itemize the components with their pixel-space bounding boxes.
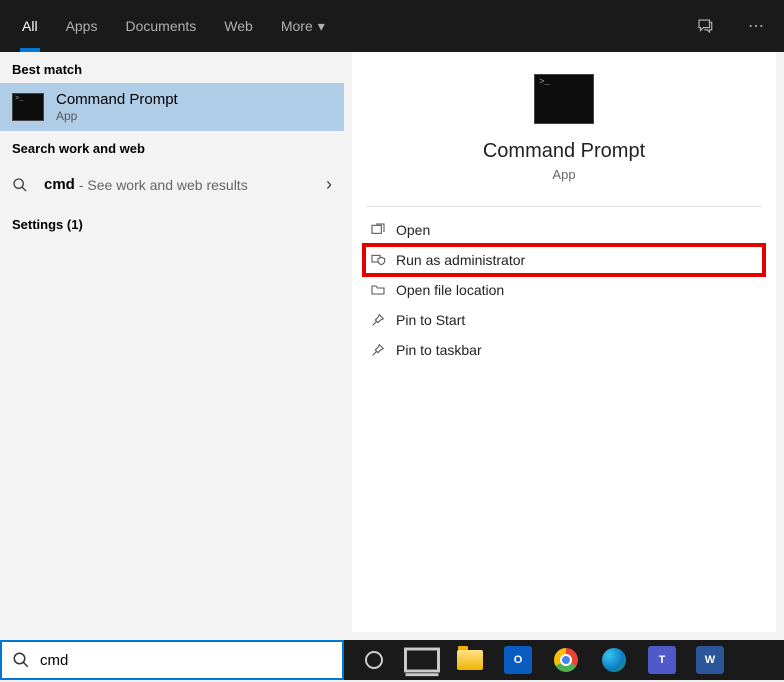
taskbar: O T W <box>344 640 784 680</box>
action-label: Pin to Start <box>396 312 465 328</box>
teams-button[interactable]: T <box>640 640 684 680</box>
tab-more[interactable]: More ▾ <box>267 0 339 52</box>
word-button[interactable]: W <box>688 640 732 680</box>
divider <box>366 206 762 207</box>
search-icon <box>12 651 30 669</box>
web-search-result[interactable]: cmd - See work and web results › <box>0 162 344 207</box>
chrome-icon <box>554 648 578 672</box>
search-input[interactable] <box>40 652 332 669</box>
command-prompt-icon <box>534 74 594 124</box>
best-match-header: Best match <box>0 52 344 83</box>
tab-label: Documents <box>125 18 196 34</box>
result-title: Command Prompt <box>56 91 178 108</box>
start-search-bar[interactable] <box>0 640 344 680</box>
result-subtitle: App <box>56 109 178 123</box>
task-view-icon <box>400 638 444 682</box>
search-icon <box>12 177 28 193</box>
action-label: Open file location <box>396 282 504 298</box>
action-open-file-location[interactable]: Open file location <box>364 275 764 305</box>
edge-button[interactable] <box>592 640 636 680</box>
teams-icon: T <box>648 646 676 674</box>
preview-pane: Command Prompt App Open Run as administr… <box>344 52 784 640</box>
web-search-term: cmd <box>44 176 75 193</box>
action-run-as-administrator[interactable]: Run as administrator <box>364 245 764 275</box>
web-search-hint: - See work and web results <box>79 177 248 193</box>
tab-web[interactable]: Web <box>210 0 267 52</box>
feedback-icon[interactable] <box>696 17 736 35</box>
chrome-button[interactable] <box>544 640 588 680</box>
settings-header: Settings (1) <box>0 207 344 238</box>
tab-label: All <box>22 18 38 34</box>
actions-list: Open Run as administrator Open file loca… <box>352 213 776 367</box>
preview-title: Command Prompt <box>352 140 776 163</box>
preview-subtitle: App <box>352 167 776 182</box>
open-icon <box>370 222 396 238</box>
tab-apps[interactable]: Apps <box>52 0 112 52</box>
cortana-button[interactable] <box>352 640 396 680</box>
cortana-icon <box>365 651 383 669</box>
pin-icon <box>370 342 396 358</box>
action-pin-to-taskbar[interactable]: Pin to taskbar <box>364 335 764 365</box>
results-pane: Best match Command Prompt App Search wor… <box>0 52 344 640</box>
tab-all[interactable]: All <box>8 0 52 52</box>
command-prompt-icon <box>12 93 44 121</box>
chevron-down-icon: ▾ <box>318 18 325 35</box>
search-work-web-header: Search work and web <box>0 131 344 162</box>
folder-icon <box>457 650 483 670</box>
task-view-button[interactable] <box>400 640 444 680</box>
tab-label: More <box>281 18 313 34</box>
word-icon: W <box>696 646 724 674</box>
tab-label: Web <box>224 18 253 34</box>
action-pin-to-start[interactable]: Pin to Start <box>364 305 764 335</box>
admin-shield-icon <box>370 252 396 268</box>
folder-icon <box>370 282 396 298</box>
tab-label: Apps <box>66 18 98 34</box>
action-open[interactable]: Open <box>364 215 764 245</box>
tab-documents[interactable]: Documents <box>111 0 210 52</box>
file-explorer-button[interactable] <box>448 640 492 680</box>
pin-icon <box>370 312 396 328</box>
more-options-icon[interactable]: ⋯ <box>736 16 776 36</box>
action-label: Run as administrator <box>396 252 525 268</box>
best-match-result[interactable]: Command Prompt App <box>0 83 344 131</box>
chevron-right-icon: › <box>326 174 332 195</box>
action-label: Open <box>396 222 430 238</box>
outlook-button[interactable]: O <box>496 640 540 680</box>
search-filter-tabs: All Apps Documents Web More ▾ ⋯ <box>0 0 784 52</box>
outlook-icon: O <box>504 646 532 674</box>
action-label: Pin to taskbar <box>396 342 482 358</box>
edge-icon <box>602 648 626 672</box>
